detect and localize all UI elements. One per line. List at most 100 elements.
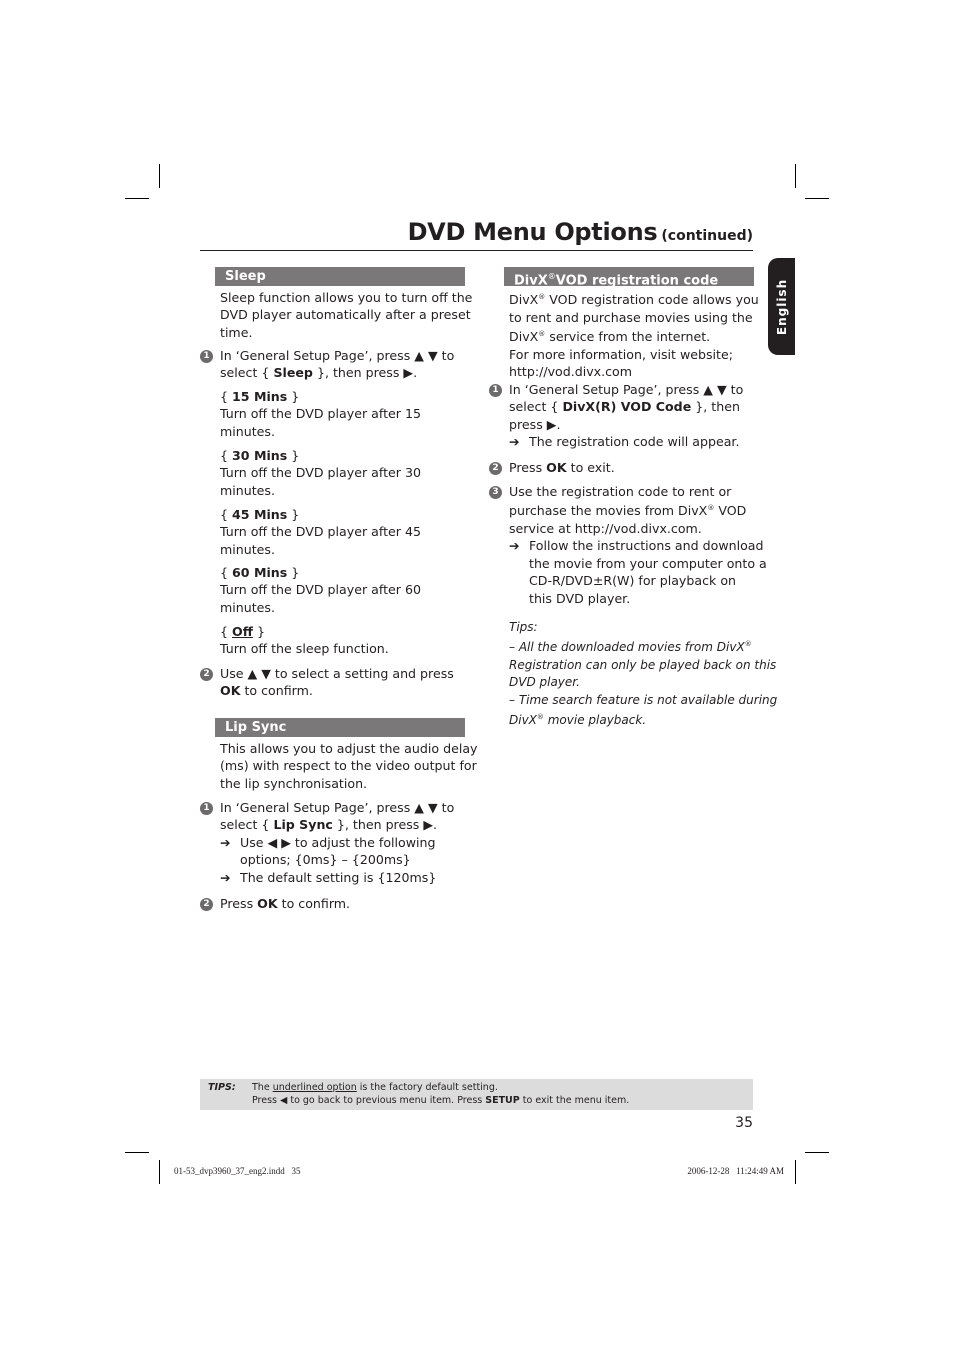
text-line: options; {0ms} – {200ms} (240, 852, 411, 868)
crop-mark (159, 164, 160, 188)
text-line: select { Sleep }, then press ▶. (220, 365, 418, 381)
divx-tips: Tips: – All the downloaded movies from D… (509, 619, 777, 729)
section-heading-divx-vod: DivX®VOD registration code (504, 267, 754, 288)
option-name: { 45 Mins } (220, 507, 300, 522)
sleep-step-2: Use ▲ ▼ to select a setting and press OK… (220, 665, 454, 700)
divx-step-1: In ‘General Setup Page’, press ▲ ▼ to se… (509, 381, 743, 451)
text-line: Use the registration code to rent or (509, 484, 732, 499)
step-number-1: 1 (489, 384, 502, 397)
section-heading-lip-sync: Lip Sync (215, 718, 465, 737)
lip-sync-intro: This allows you to adjust the audio dela… (220, 740, 478, 792)
option-name: { Off } (220, 624, 265, 639)
text-line: (ms) with respect to the video output fo… (220, 758, 477, 774)
footer-tips-box: TIPS: The underlined option is the facto… (200, 1079, 753, 1110)
text-line: This allows you to adjust the audio dela… (220, 741, 478, 756)
text-line: purchase the movies from DivX® VOD (509, 503, 747, 519)
step-number-2: 2 (200, 898, 213, 911)
step-number-2: 2 (200, 668, 213, 681)
sleep-option-45: { 45 Mins } Turn off the DVD player afte… (220, 506, 421, 558)
sleep-option-60: { 60 Mins } Turn off the DVD player afte… (220, 564, 421, 616)
tip-line: DivX® movie playback. (509, 713, 647, 728)
option-desc: Turn off the DVD player after 15 (220, 406, 421, 422)
option-desc: minutes. (220, 599, 275, 615)
text-line: this DVD player. (529, 590, 631, 606)
option-name: { 60 Mins } (220, 565, 300, 580)
result-line: ➔ Follow the instructions and download (509, 538, 764, 554)
text-line: the lip synchronisation. (220, 775, 368, 791)
page-title: DVD Menu Options (continued) (200, 218, 753, 251)
text-line: to rent and purchase movies using the (509, 309, 753, 325)
step-number-1: 1 (200, 350, 213, 363)
default-option: Off (232, 624, 253, 639)
result-line: ➔ The registration code will appear. (509, 434, 740, 450)
result-line: ➔ Use ◀ ▶ to adjust the following (220, 834, 436, 850)
section-heading-text: Lip Sync (225, 720, 287, 735)
sleep-intro: Sleep function allows you to turn off th… (220, 289, 472, 341)
divx-step-3: Use the registration code to rent or pur… (509, 483, 767, 607)
option-name: { 30 Mins } (220, 448, 300, 463)
text-line: In ‘General Setup Page’, press ▲ ▼ to (509, 382, 744, 397)
option-desc: Turn off the sleep function. (220, 641, 389, 657)
option-desc: minutes. (220, 541, 275, 557)
option-desc: Turn off the DVD player after 45 (220, 524, 421, 540)
step-number-3: 3 (489, 486, 502, 499)
text-line: Sleep function allows you to turn off th… (220, 290, 473, 305)
arrow-icon: ➔ (220, 834, 231, 850)
text-line: DivX® service from the internet. (509, 329, 711, 345)
menu-item-divx-vod-code: DivX(R) VOD Code (562, 399, 692, 415)
divx-step-2: Press OK to exit. (509, 460, 615, 475)
text-line: DVD player automatically after a preset (220, 307, 471, 323)
text-line: the movie from your computer onto a (529, 555, 767, 571)
text-line: The underlined option is the factory def… (252, 1082, 498, 1093)
tip-line: Registration can only be played back on … (509, 657, 777, 672)
menu-item-lip-sync: Lip Sync (273, 817, 333, 833)
tip-line: DVD player. (509, 675, 580, 690)
text-line: CD-R/DVD±R(W) for playback on (529, 573, 737, 589)
text-line: Press ◀ to go back to previous menu item… (252, 1095, 630, 1106)
text-line: press ▶. (509, 416, 561, 432)
option-name: { 15 Mins } (220, 389, 300, 404)
crop-mark (795, 1160, 796, 1184)
option-desc: Turn off the DVD player after 60 (220, 582, 421, 598)
option-desc: minutes. (220, 482, 275, 498)
text-line: select { DivX(R) VOD Code }, then (509, 399, 740, 415)
crop-mark (805, 1152, 829, 1153)
arrow-icon: ➔ (509, 434, 520, 450)
text-line: In ‘General Setup Page’, press ▲ ▼ to (220, 800, 455, 815)
divx-intro: DivX® VOD registration code allows you t… (509, 289, 759, 380)
footer-tips-text: The underlined option is the factory def… (252, 1081, 629, 1107)
text-line: OK to confirm. (220, 683, 313, 699)
option-desc: Turn off the DVD player after 30 (220, 465, 421, 481)
result-line: ➔ The default setting is {120ms} (220, 869, 437, 885)
crop-mark (125, 198, 149, 199)
footer-tips-label: TIPS: (208, 1082, 236, 1093)
section-heading-sleep: Sleep (215, 267, 465, 286)
tip-line: – All the downloaded movies from DivX® (509, 640, 752, 655)
sleep-option-off: { Off } Turn off the sleep function. (220, 623, 389, 658)
step-number-2: 2 (489, 462, 502, 475)
menu-item-sleep: Sleep (273, 365, 313, 381)
sleep-step-1: In ‘General Setup Page’, press ▲ ▼ to se… (220, 347, 454, 382)
slug-timestamp: 2006-12-28 11:24:49 AM (687, 1166, 784, 1176)
text-line: service at http://vod.divx.com. (509, 521, 702, 536)
text-line: Use ▲ ▼ to select a setting and press (220, 666, 454, 681)
language-tab: English (768, 258, 795, 355)
crop-mark (125, 1152, 149, 1153)
lip-sync-step-1: In ‘General Setup Page’, press ▲ ▼ to se… (220, 799, 454, 886)
page-title-continued: (continued) (661, 228, 753, 244)
sleep-option-15: { 15 Mins } Turn off the DVD player afte… (220, 388, 421, 440)
website-link: http://vod.divx.com (509, 364, 633, 379)
slug-filename: 01-53_dvp3960_37_eng2.indd 35 (174, 1166, 301, 1176)
crop-mark (795, 164, 796, 188)
text-line: In ‘General Setup Page’, press ▲ ▼ to (220, 348, 455, 363)
section-heading-text: Sleep (225, 269, 266, 284)
text-line: For more information, visit website; (509, 346, 733, 362)
arrow-icon: ➔ (509, 538, 520, 554)
sleep-option-30: { 30 Mins } Turn off the DVD player afte… (220, 447, 421, 499)
tip-line: – Time search feature is not available d… (509, 692, 778, 707)
step-number-1: 1 (200, 802, 213, 815)
crop-mark (805, 198, 829, 199)
language-tab-label: English (774, 278, 789, 335)
option-desc: minutes. (220, 423, 275, 439)
page-title-main: DVD Menu Options (407, 218, 658, 246)
